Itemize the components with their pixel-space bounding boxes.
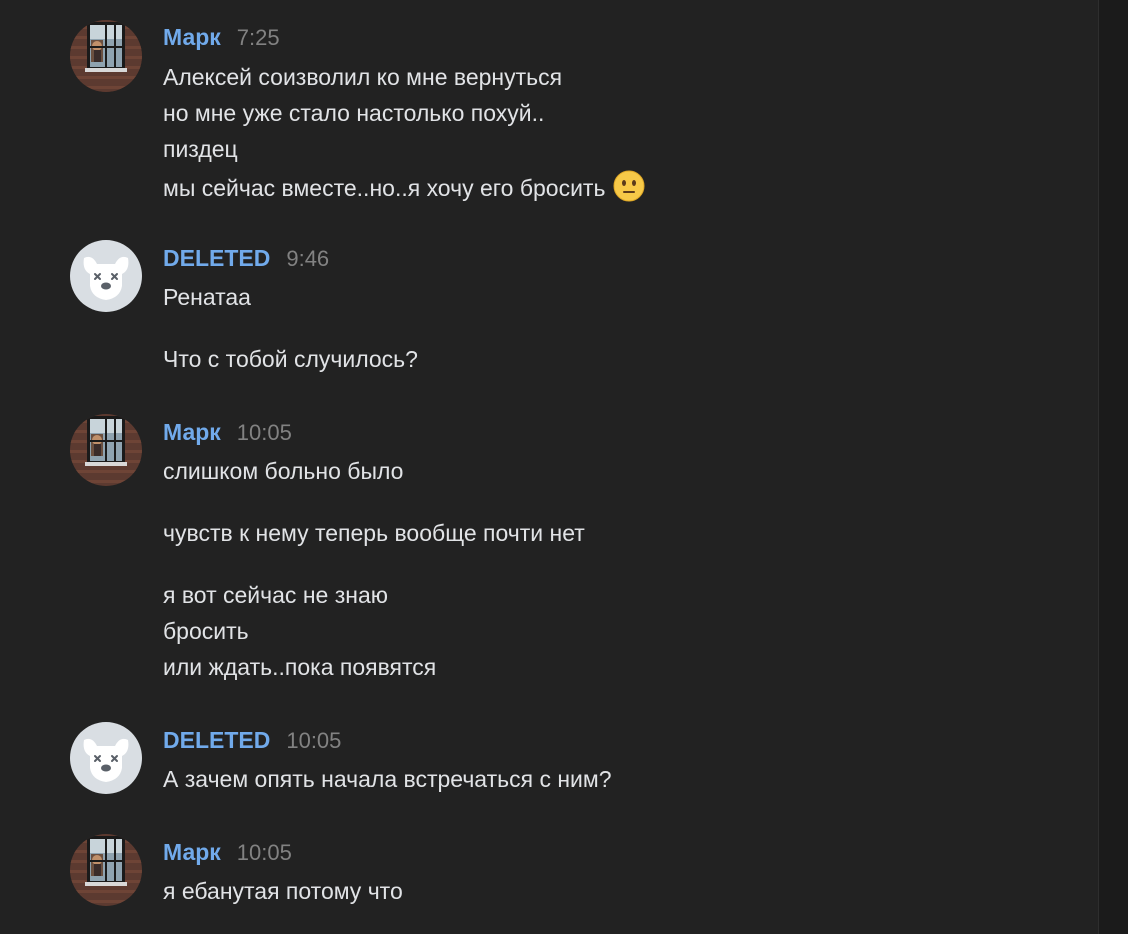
message-text: или ждать..пока появятся (163, 654, 437, 680)
message-text: Алексей соизволил ко мне вернуться (163, 64, 563, 90)
neutral-face-emoji-icon (613, 170, 645, 209)
scrollbar-track[interactable] (1098, 0, 1128, 934)
author-name[interactable]: Марк (163, 839, 221, 866)
user-avatar[interactable] (70, 414, 142, 486)
message-time[interactable]: 10:05 (286, 728, 341, 754)
message-text: мы сейчас вместе..но..я хочу его бросить (163, 175, 606, 201)
message-text: слишком больно было (163, 458, 404, 484)
message-text: но мне уже стало настолько похуй.. (163, 100, 545, 126)
message-time[interactable]: 10:05 (237, 420, 292, 446)
message-text: Ренатаа (163, 284, 251, 310)
message-time[interactable]: 9:46 (286, 246, 329, 272)
author-name[interactable]: Марк (163, 24, 221, 51)
message-text: чувств к нему теперь вообще почти нет (163, 520, 585, 546)
author-name[interactable]: Марк (163, 419, 221, 446)
user-avatar[interactable] (70, 20, 142, 92)
deleted-user-avatar[interactable] (70, 722, 142, 794)
chat-history: Марк 7:25 Алексей соизволил ко мне верну… (0, 0, 1098, 934)
message-time[interactable]: 10:05 (237, 840, 292, 866)
message-time[interactable]: 7:25 (237, 25, 280, 51)
message-text: Что с тобой случилось? (163, 346, 418, 372)
message-text: я ебанутая потому что (163, 878, 403, 904)
message-text: бросить (163, 618, 249, 644)
message-text: пиздец (163, 136, 238, 162)
message-text-with-emoji: мы сейчас вместе..но..я хочу его бросить (163, 170, 645, 209)
author-name[interactable]: DELETED (163, 727, 270, 754)
message-text: А зачем опять начала встречаться с ним? (163, 766, 612, 792)
deleted-user-avatar[interactable] (70, 240, 142, 312)
message-text: я вот сейчас не знаю (163, 582, 388, 608)
author-name[interactable]: DELETED (163, 245, 270, 272)
user-avatar[interactable] (70, 834, 142, 906)
